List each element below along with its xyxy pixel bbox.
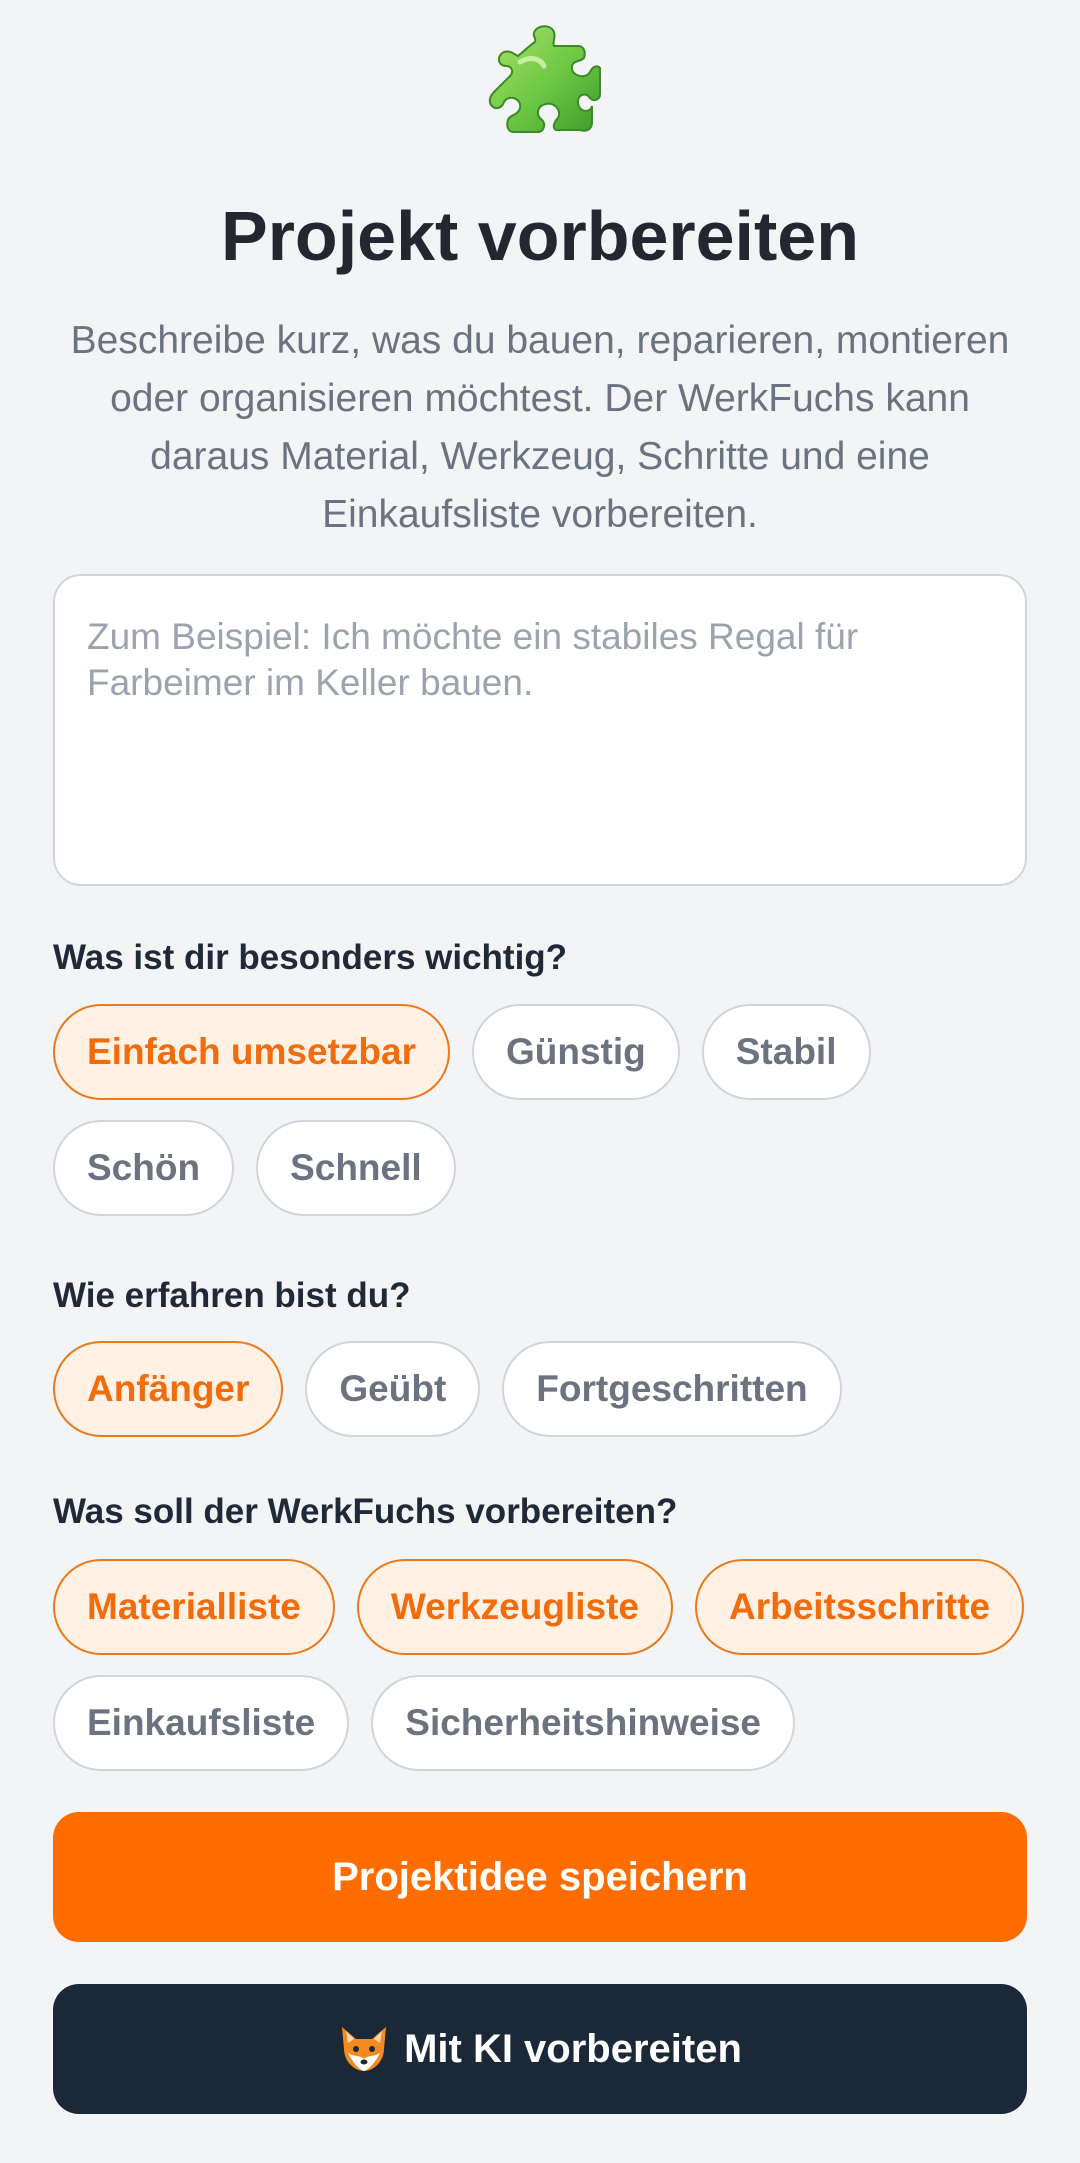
prepare-with-ai-button[interactable]: Mit KI vorbereiten	[53, 1984, 1027, 2114]
prepare-with-ai-label: Mit KI vorbereiten	[404, 2026, 742, 2071]
experience-label: Wie erfahren bist du?	[53, 1276, 411, 1315]
chip-einkaufsliste[interactable]: Einkaufsliste	[53, 1675, 350, 1771]
project-description-input[interactable]	[53, 574, 1027, 886]
chip-fortgeschritten[interactable]: Fortgeschritten	[502, 1341, 842, 1437]
outputs-chip-group: Materialliste Werkzeugliste Arbeitsschri…	[53, 1559, 1027, 1771]
chip-schoen[interactable]: Schön	[53, 1120, 235, 1216]
chip-einfach-umsetzbar[interactable]: Einfach umsetzbar	[53, 1004, 450, 1100]
priorities-label: Was ist dir besonders wichtig?	[53, 938, 568, 977]
chip-geuebt[interactable]: Geübt	[305, 1341, 481, 1437]
chip-stabil[interactable]: Stabil	[701, 1004, 871, 1100]
save-project-idea-label: Projektidee speichern	[332, 1854, 748, 1899]
page-title: Projekt vorbereiten	[221, 197, 859, 275]
chip-arbeitsschritte[interactable]: Arbeitsschritte	[695, 1559, 1025, 1655]
fox-face-icon	[342, 2027, 387, 2071]
page-subtitle: Beschreibe kurz, was du bauen, repariere…	[70, 319, 1010, 536]
chip-materialliste[interactable]: Materialliste	[53, 1559, 335, 1655]
chip-schnell[interactable]: Schnell	[256, 1120, 456, 1216]
chip-guenstig[interactable]: Günstig	[471, 1004, 680, 1100]
priorities-chip-group: Einfach umsetzbar Günstig Stabil Schön S…	[53, 1004, 1027, 1216]
chip-werkzeugliste[interactable]: Werkzeugliste	[356, 1559, 673, 1655]
puzzle-piece-icon	[488, 25, 601, 133]
chip-anfaenger[interactable]: Anfänger	[53, 1341, 284, 1437]
outputs-label: Was soll der WerkFuchs vorbereiten?	[53, 1492, 678, 1531]
experience-chip-group: Anfänger Geübt Fortgeschritten	[53, 1341, 1027, 1437]
chip-sicherheitshinweise[interactable]: Sicherheitshinweise	[371, 1675, 796, 1771]
save-project-idea-button[interactable]: Projektidee speichern	[53, 1812, 1027, 1942]
